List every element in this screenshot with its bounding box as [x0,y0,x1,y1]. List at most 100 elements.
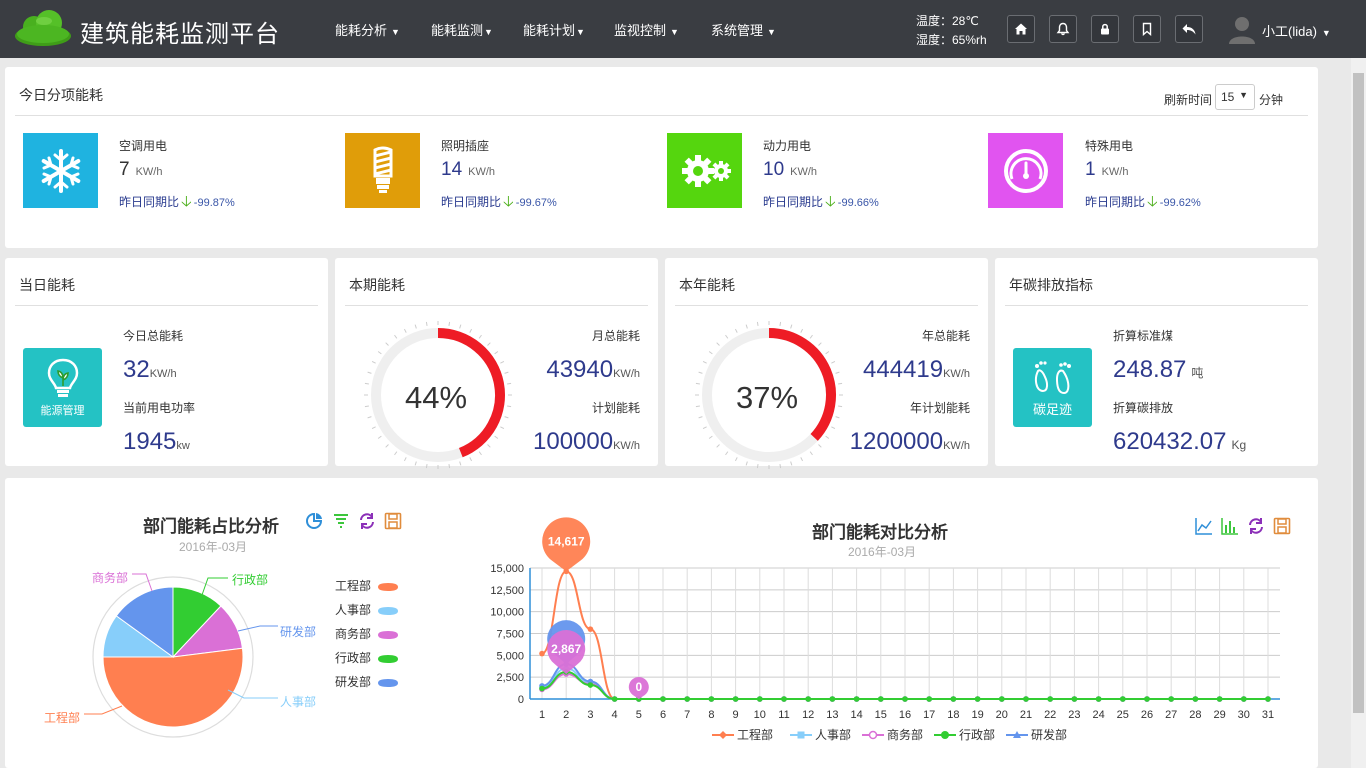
legend-text: 工程部 [335,579,372,593]
pie-label-line [227,689,278,699]
reply-icon [1182,24,1196,35]
x-tick-label: 30 [1238,709,1250,721]
today-total-label: 今日总能耗 [123,329,184,343]
legend-text: 人事部 [815,727,851,742]
pie-legend-item[interactable]: 商务部 [335,625,399,642]
bookmark-button[interactable] [1133,15,1161,43]
series-point-行政部 [1144,696,1150,702]
x-tick-label: 6 [660,709,666,721]
pie-chart-title: 部门能耗占比分析 [143,517,279,536]
year-percent-text: 37% [736,380,799,415]
pie-label-line [132,573,153,592]
series-point-行政部 [781,696,787,702]
legend-swatch-icon [378,654,399,663]
gauge-tick [487,342,491,346]
period-energy-panel: 本期能耗 44% 月总能耗 43940KW/h 计划能耗 100000KW/h [335,258,658,469]
gauge-tick [809,451,813,456]
pie-legend-item[interactable]: 人事部 [335,601,399,618]
series-point-行政部 [1241,696,1247,702]
gauge-tick [494,435,499,439]
pie-label-研发部: 研发部 [280,624,316,639]
nav-energy-plan[interactable]: 能耗计划▼ [523,20,585,39]
item-value-special: 1 KW/h [1085,159,1129,180]
series-point-行政部 [926,696,932,702]
x-tick-label: 18 [947,709,959,721]
x-tick-label: 4 [612,709,618,721]
panel-title-carbon: 年碳排放指标 [1009,277,1093,293]
pie-label-人事部: 人事部 [280,694,316,709]
plan-label: 计划能耗 [591,401,640,415]
gauge-tick [403,457,407,462]
lock-button[interactable] [1091,15,1119,43]
legend-text: 人事部 [335,603,372,617]
gauge-tick [809,334,813,339]
item-name-lighting: 照明插座 [441,139,490,153]
gauge-tick [459,461,462,466]
page-scrollbar[interactable] [1351,58,1366,768]
today-items-panel: 今日分项能耗 刷新时间 15 ▼ 分钟 空调用电 7 KW/h 昨日同期比 🡣 -99.… [5,67,1318,248]
gauge-tick [818,342,822,346]
line-legend-item: 行政部 [934,727,995,742]
user-menu[interactable]: 小工(lida) ▼ [1262,21,1331,40]
ac-tile [23,133,98,208]
gauge-tick [394,451,398,456]
series-point-行政部 [853,696,860,702]
lightbulb-icon [47,358,78,397]
funnel-type-icon[interactable] [332,512,350,530]
gauge-tick [478,451,482,456]
x-tick-label: 13 [826,709,838,721]
refresh-unit-label: 分钟 [1259,93,1284,107]
series-point-行政部 [1192,696,1199,702]
legend-text: 行政部 [335,651,372,665]
x-tick-label: 29 [1213,709,1225,721]
gauge-tick [756,321,759,326]
item-name-ac: 空调用电 [119,139,168,153]
y-tick-label: 15,000 [490,563,524,575]
gauge-tick [478,334,482,339]
legend-text: 商务部 [335,627,372,641]
pie-type-icon[interactable] [305,512,323,530]
gauge-tick [825,351,830,355]
pie-legend-item[interactable]: 工程部 [335,577,399,594]
pie-legend-item[interactable]: 行政部 [335,649,399,666]
series-point-行政部 [902,696,908,702]
x-tick-label: 3 [587,709,593,721]
gauge-tick [702,426,707,430]
refresh-icon[interactable] [358,512,376,530]
gauge-tick [500,426,505,430]
cloud-logo-icon [15,10,71,46]
reply-button[interactable] [1175,15,1203,43]
x-tick-label: 20 [996,709,1008,721]
nav-energy-analysis[interactable]: 能耗分析 ▼ [335,20,400,39]
nav-energy-monitor[interactable]: 能耗监测▼ [431,20,493,39]
gauge-tick [818,444,822,448]
gauge-tick [835,371,840,374]
x-tick-label: 22 [1044,709,1056,721]
x-tick-label: 11 [778,709,789,721]
pie-legend-item[interactable]: 研发部 [335,673,399,690]
gauge-tick [698,371,703,374]
notification-button[interactable] [1049,15,1077,43]
gauge-tick [367,416,372,419]
daily-energy-panel: 当日能耗 能源管理 今日总能耗 32KW/h 当前用电功率 1945kw [5,258,328,466]
x-tick-label: 17 [923,709,935,721]
legend-swatch-icon [378,606,399,615]
home-button[interactable] [1007,15,1035,43]
avatar-icon[interactable] [1228,14,1256,44]
scrollbar-thumb[interactable] [1353,73,1364,713]
nav-monitor-control[interactable]: 监视控制 ▼ [614,20,679,39]
arrow-down-icon: 🡣 [825,193,836,210]
y-tick-label: 5,000 [496,650,524,662]
refresh-interval-select[interactable]: 15 ▼ [1215,84,1255,110]
nav-system-manage[interactable]: 系统管理 ▼ [711,20,776,39]
save-image-icon[interactable] [384,512,402,530]
x-tick-label: 2 [563,709,569,721]
series-point-行政部 [878,696,884,702]
series-point-行政部 [1071,696,1078,702]
gauge-tick [734,457,738,462]
item-name-special: 特殊用电 [1085,139,1134,153]
line-legend-item: 商务部 [862,727,923,742]
gauge-tick [745,461,748,466]
x-tick-label: 19 [971,709,983,721]
bookmark-icon [1142,22,1152,36]
